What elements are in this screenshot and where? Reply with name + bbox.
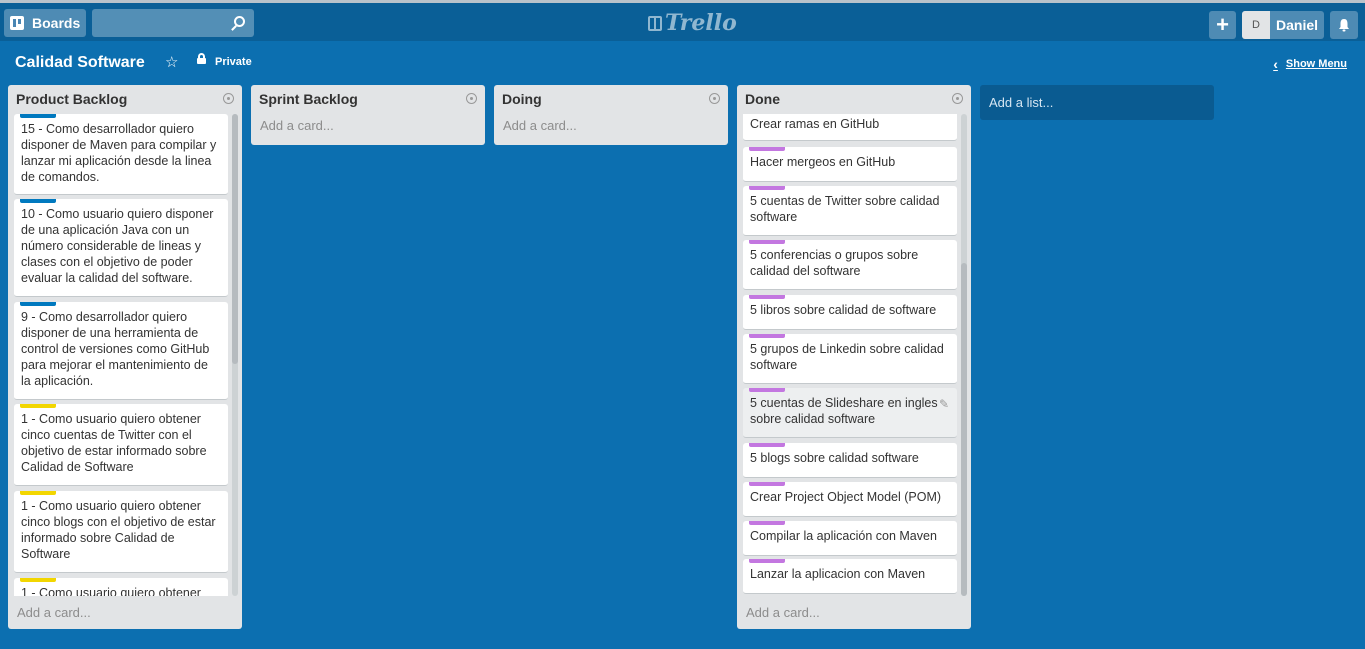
card[interactable]: 9 - Como desarrollador quiero disponer d… <box>14 302 228 400</box>
add-card-link[interactable]: Add a card... <box>8 599 100 626</box>
card-label <box>20 491 56 495</box>
card[interactable]: 5 grupos de Linkedin sobre calidad softw… <box>743 334 957 384</box>
add-card-link[interactable]: Add a card... <box>737 599 829 626</box>
list-sprint-backlog: Sprint Backlog Add a card... <box>251 85 485 145</box>
card[interactable]: 10 - Como usuario quiero disponer de una… <box>14 199 228 297</box>
card-label <box>20 199 56 203</box>
card-label <box>749 482 785 486</box>
card-label <box>749 240 785 244</box>
add-card-link[interactable]: Add a card... <box>494 111 728 139</box>
member-name: Daniel <box>1276 17 1319 33</box>
card-title: Crear Project Object Model (POM) <box>750 490 942 504</box>
card-list: 15 - Como desarrollador quiero disponer … <box>14 114 230 596</box>
trello-logo[interactable]: Trello <box>648 10 737 36</box>
lock-icon <box>197 53 206 64</box>
logo-text: Trello <box>665 10 737 36</box>
card[interactable]: 1 - Como usuario quiero obtener cinco bl… <box>14 491 228 573</box>
card[interactable]: Hacer mergeos en GitHub <box>743 147 957 182</box>
card[interactable]: Crear Project Object Model (POM) <box>743 482 957 517</box>
search-icon[interactable] <box>234 16 245 27</box>
bell-icon <box>1339 19 1349 32</box>
privacy-label[interactable]: Private <box>215 56 252 68</box>
list-scrollbar-thumb[interactable] <box>232 114 238 364</box>
list-title[interactable]: Sprint Backlog <box>251 85 485 111</box>
list-menu-icon[interactable] <box>709 93 720 104</box>
card-title: 1 - Como usuario quiero obtener cinco bl… <box>21 499 216 561</box>
pencil-icon[interactable]: ✎ <box>939 396 949 412</box>
star-icon[interactable]: ☆ <box>165 53 178 71</box>
boards-button-label: Boards <box>32 15 81 31</box>
card-label <box>749 388 785 392</box>
card-label <box>749 521 785 525</box>
card-title: 5 conferencias o grupos sobre calidad de… <box>750 248 919 278</box>
show-menu-label: Show Menu <box>1285 58 1347 70</box>
card[interactable]: Compilar la aplicación con Maven <box>743 521 957 556</box>
card-title: 15 - Como desarrollador quiero disponer … <box>21 122 217 184</box>
add-button[interactable]: + <box>1209 11 1236 39</box>
boards-icon <box>10 16 24 30</box>
card[interactable]: 1 - Como usuario quiero obtener <box>14 578 228 596</box>
add-card-link[interactable]: Add a card... <box>251 111 485 139</box>
card[interactable]: 5 blogs sobre calidad software <box>743 443 957 478</box>
card[interactable]: 5 conferencias o grupos sobre calidad de… <box>743 240 957 290</box>
card-title: 1 - Como usuario quiero obtener cinco cu… <box>21 412 207 474</box>
card-title: 9 - Como desarrollador quiero disponer d… <box>21 310 210 388</box>
card-label <box>749 443 785 447</box>
list-menu-icon[interactable] <box>223 93 234 104</box>
member-menu-button[interactable]: D Daniel <box>1242 11 1324 39</box>
add-list-button[interactable]: Add a list... <box>980 85 1214 120</box>
search-input[interactable] <box>92 9 254 37</box>
list-doing: Doing Add a card... <box>494 85 728 145</box>
board-title[interactable]: Calidad Software <box>15 54 145 72</box>
card-title: 5 grupos de Linkedin sobre calidad softw… <box>750 342 944 372</box>
card-label <box>749 147 785 151</box>
card-label <box>20 404 56 408</box>
top-header-bar: Boards Trello + D Daniel <box>0 0 1365 41</box>
card-title: 10 - Como usuario quiero disponer de una… <box>21 207 214 285</box>
card-title: 5 libros sobre calidad de software <box>750 303 937 317</box>
card-title: Lanzar la aplicacion con Maven <box>750 567 926 581</box>
card[interactable]: Lanzar la aplicacion con Maven <box>743 559 957 594</box>
card[interactable]: Crear ramas en GitHub <box>743 114 957 141</box>
boards-button[interactable]: Boards <box>4 9 86 37</box>
card[interactable]: 15 - Como desarrollador quiero disponer … <box>14 114 228 195</box>
chevron-left-icon: ‹ <box>1273 56 1278 72</box>
list-title[interactable]: Product Backlog <box>8 85 242 111</box>
list-product-backlog: Product Backlog 15 - Como desarrollador … <box>8 85 242 629</box>
card-title: Hacer mergeos en GitHub <box>750 155 896 169</box>
card[interactable]: 5 cuentas de Twitter sobre calidad softw… <box>743 186 957 236</box>
list-title[interactable]: Done <box>737 85 971 111</box>
show-menu-link[interactable]: ‹ Show Menu <box>1273 56 1347 72</box>
list-menu-icon[interactable] <box>952 93 963 104</box>
board-header: Calidad Software ☆ Private ‹ Show Menu <box>0 41 1365 83</box>
card[interactable]: 5 libros sobre calidad de software <box>743 295 957 330</box>
card-list: Crear ramas en GitHub Hacer mergeos en G… <box>743 114 959 596</box>
card-title: 5 blogs sobre calidad software <box>750 451 919 465</box>
card[interactable]: 5 cuentas de Slideshare en ingles sobre … <box>743 388 957 438</box>
card-title: Crear ramas en GitHub <box>750 117 880 131</box>
list-menu-icon[interactable] <box>466 93 477 104</box>
card[interactable]: 1 - Como usuario quiero obtener cinco cu… <box>14 404 228 486</box>
plus-icon: + <box>1216 12 1229 37</box>
card-label <box>749 559 785 563</box>
notifications-button[interactable] <box>1330 11 1358 39</box>
list-done: Done Crear ramas en GitHub Hacer mergeos… <box>737 85 971 629</box>
card-label <box>749 186 785 190</box>
card-label <box>20 578 56 582</box>
avatar: D <box>1242 11 1270 39</box>
card-title: Compilar la aplicación con Maven <box>750 529 937 543</box>
card-label <box>20 302 56 306</box>
card-title: 1 - Como usuario quiero obtener <box>21 586 201 596</box>
card-label <box>749 334 785 338</box>
list-scrollbar-thumb[interactable] <box>961 263 967 596</box>
card-label <box>749 295 785 299</box>
trello-logo-icon <box>648 15 662 31</box>
card-title: 5 cuentas de Slideshare en ingles sobre … <box>750 396 938 426</box>
card-label <box>20 114 56 118</box>
list-title[interactable]: Doing <box>494 85 728 111</box>
card-title: 5 cuentas de Twitter sobre calidad softw… <box>750 194 940 224</box>
